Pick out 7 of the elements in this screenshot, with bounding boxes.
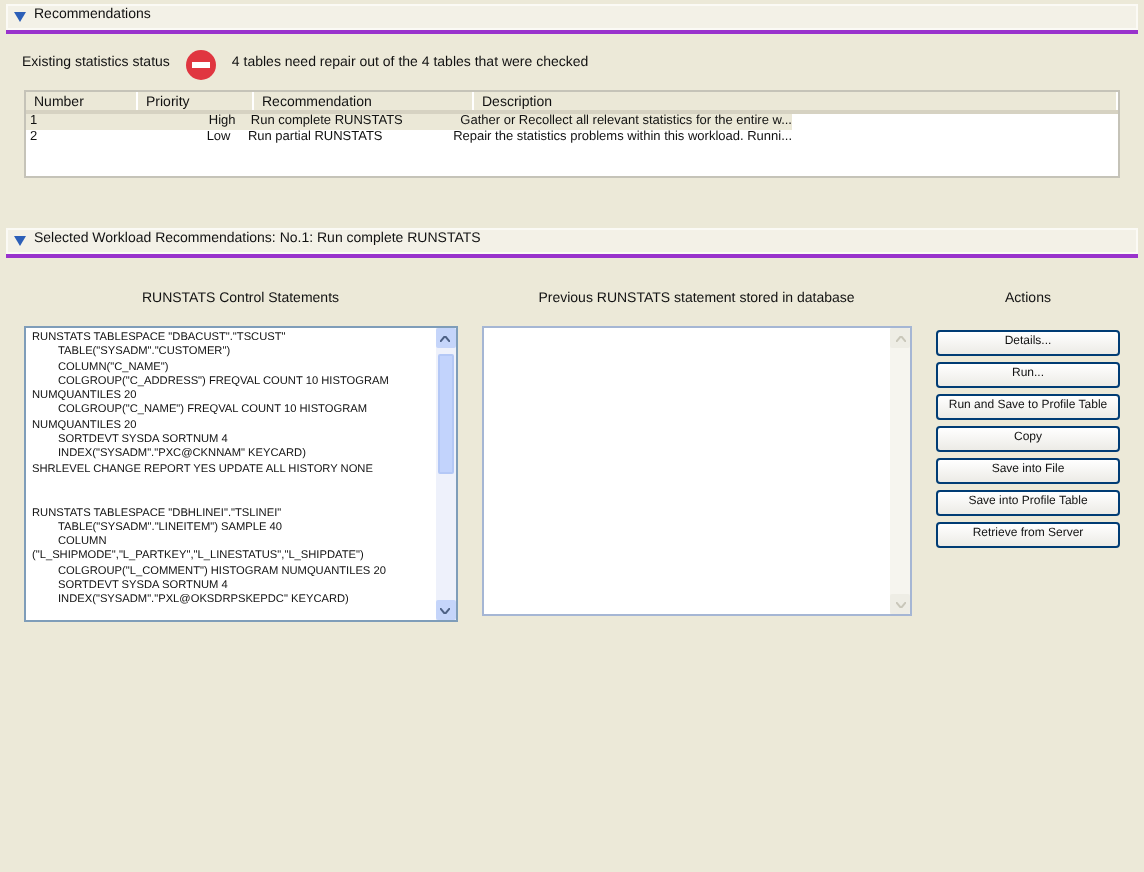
- error-icon: [185, 50, 216, 80]
- collapse-triangle-icon[interactable]: [14, 236, 26, 246]
- scroll-thumb[interactable]: [437, 354, 453, 474]
- previous-statements-text-area[interactable]: [481, 326, 912, 616]
- statements-text-area[interactable]: [24, 326, 457, 622]
- scrollbar[interactable]: [435, 328, 455, 620]
- collapse-triangle-icon[interactable]: [14, 12, 26, 22]
